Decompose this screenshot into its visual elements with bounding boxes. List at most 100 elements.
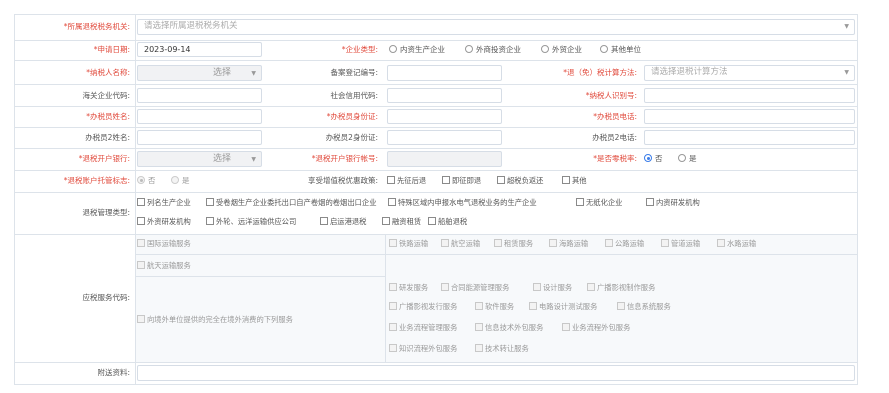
checkbox-label: 受卷烟生产企业委托出口自产卷烟的卷烟出口企业 — [216, 198, 377, 207]
handler-phone-label: *办税员电话: — [593, 112, 637, 121]
row-divider — [14, 40, 858, 41]
checkbox-icon — [389, 323, 397, 331]
checkbox-icon — [661, 239, 669, 247]
handler2-name-input[interactable] — [137, 130, 262, 145]
trustee-flag-radio-yes[interactable]: 是 — [171, 174, 190, 188]
checkbox-icon — [206, 198, 214, 206]
checkbox-label: 融资租赁 — [392, 217, 422, 226]
taxpayer-name-select[interactable]: 选择 ▼ — [137, 65, 262, 81]
checkbox-icon — [549, 239, 557, 247]
enterprise-type-radio-1[interactable]: 内资生产企业 — [389, 43, 445, 57]
zero-rate-radio-no[interactable]: 否 — [644, 152, 663, 166]
checkbox-label: 研发服务 — [399, 283, 429, 292]
mgmt-type-check[interactable]: 外轮、远洋运输供应公司 — [206, 215, 296, 229]
vat-policy-check-2[interactable]: 即征即退 — [442, 174, 481, 188]
zero-rate-radio-yes[interactable]: 是 — [678, 152, 697, 166]
radio-icon — [465, 45, 473, 53]
service-check-sub[interactable]: 技术转让服务 — [475, 342, 529, 356]
service-check-overseas[interactable]: 向境外单位提供的完全在境外消费的下列服务 — [137, 313, 293, 327]
enterprise-type-radio-3[interactable]: 外贸企业 — [541, 43, 582, 57]
radio-selected-icon — [137, 176, 145, 184]
service-check-sub[interactable]: 电路设计测试服务 — [529, 300, 597, 314]
checkbox-label: 航天运输服务 — [147, 261, 191, 270]
service-check-sub[interactable]: 信息技术外包服务 — [475, 321, 543, 335]
checkbox-icon — [475, 344, 483, 352]
refund-bank-select[interactable]: 选择 ▼ — [137, 151, 262, 167]
service-check-sub[interactable]: 业务流程管理服务 — [389, 321, 457, 335]
service-check-sub[interactable]: 软件服务 — [475, 300, 514, 314]
customs-code-input[interactable] — [137, 88, 262, 103]
service-check-transport[interactable]: 海路运输 — [549, 237, 588, 251]
checkbox-icon — [529, 302, 537, 310]
handler-name-input[interactable] — [137, 109, 262, 124]
checkbox-icon — [206, 217, 214, 225]
taxpayer-id-input[interactable] — [644, 88, 855, 103]
service-check-sub[interactable]: 知识流程外包服务 — [389, 342, 457, 356]
service-code-label: 应税服务代码: — [82, 293, 130, 302]
service-check-sub[interactable]: 广播影视制作服务 — [587, 281, 655, 295]
checkbox-label: 租赁服务 — [504, 239, 534, 248]
mgmt-type-check[interactable]: 列名生产企业 — [137, 196, 191, 210]
vat-policy-check-1[interactable]: 先征后退 — [387, 174, 426, 188]
service-check-transport[interactable]: 航空运输 — [441, 237, 480, 251]
service-check-intl[interactable]: 国际运输服务 — [137, 237, 191, 251]
mgmt-type-check[interactable]: 特殊区域内申报水电气退税业务的生产企业 — [388, 196, 537, 210]
checkbox-icon — [617, 302, 625, 310]
handler2-id-label: 办税员2身份证: — [325, 133, 378, 142]
radio-label: 是 — [182, 176, 190, 185]
checkbox-icon — [388, 198, 396, 206]
refund-registration-form: *所属退税税务机关: 请选择所属退税税务机关 ▼ *申请日期: 2023-09-… — [0, 0, 889, 393]
attachment-input[interactable] — [137, 365, 855, 381]
mgmt-type-check[interactable]: 外资研发机构 — [137, 215, 191, 229]
service-check-sub[interactable]: 研发服务 — [389, 281, 428, 295]
mgmt-type-check[interactable]: 无纸化企业 — [576, 196, 622, 210]
trustee-flag-radio-no[interactable]: 否 — [137, 174, 156, 188]
checkbox-label: 航空运输 — [451, 239, 481, 248]
vat-policy-check-3[interactable]: 超税负返还 — [497, 174, 543, 188]
handler-id-input[interactable] — [387, 109, 502, 124]
service-check-transport[interactable]: 公路运输 — [605, 237, 644, 251]
handler2-id-input[interactable] — [387, 130, 502, 145]
service-check-sub[interactable]: 信息系统服务 — [617, 300, 671, 314]
service-check-transport[interactable]: 铁路运输 — [389, 237, 428, 251]
credit-code-input[interactable] — [387, 88, 502, 103]
vat-policy-check-4[interactable]: 其他 — [562, 174, 587, 188]
checkbox-icon — [605, 239, 613, 247]
handler-phone-input[interactable] — [644, 109, 855, 124]
mgmt-type-check[interactable]: 启运港退税 — [320, 215, 366, 229]
apply-date-input[interactable]: 2023-09-14 — [137, 42, 262, 57]
checkbox-icon — [475, 323, 483, 331]
tax-authority-select[interactable]: 请选择所属退税税务机关 ▼ — [137, 19, 855, 35]
enterprise-type-radio-2[interactable]: 外商投资企业 — [465, 43, 521, 57]
checkbox-label: 列名生产企业 — [147, 198, 191, 207]
mgmt-type-check[interactable]: 船舶退税 — [428, 215, 467, 229]
mgmt-type-check[interactable]: 融资租赁 — [382, 215, 421, 229]
radio-label: 其他单位 — [611, 45, 641, 54]
refund-account-input[interactable] — [387, 151, 502, 167]
select-label: 选择 — [212, 154, 231, 164]
checkbox-icon — [137, 217, 145, 225]
handler2-phone-input[interactable] — [644, 130, 855, 145]
service-check-transport[interactable]: 管道运输 — [661, 237, 700, 251]
service-check-aerospace[interactable]: 航天运输服务 — [137, 259, 191, 273]
col-divider — [135, 14, 136, 384]
service-check-sub[interactable]: 业务流程外包服务 — [562, 321, 630, 335]
mgmt-type-check[interactable]: 内资研发机构 — [646, 196, 700, 210]
tax-authority-placeholder: 请选择所属退税税务机关 — [144, 21, 238, 31]
service-check-sub[interactable]: 合同能源管理服务 — [441, 281, 509, 295]
checkbox-label: 国际运输服务 — [147, 239, 191, 248]
refund-method-select[interactable]: 请选择退税计算方法 ▼ — [644, 65, 855, 81]
checkbox-icon — [441, 283, 449, 291]
service-check-transport[interactable]: 租赁服务 — [494, 237, 533, 251]
handler2-phone-label: 办税员2电话: — [592, 133, 637, 142]
service-check-transport[interactable]: 水路运输 — [717, 237, 756, 251]
chevron-down-icon: ▼ — [251, 156, 256, 163]
checkbox-icon — [389, 283, 397, 291]
service-check-sub[interactable]: 设计服务 — [533, 281, 572, 295]
record-no-input[interactable] — [387, 65, 502, 81]
checkbox-label: 业务流程外包服务 — [572, 323, 631, 332]
enterprise-type-radio-4[interactable]: 其他单位 — [600, 43, 641, 57]
mgmt-type-check[interactable]: 受卷烟生产企业委托出口自产卷烟的卷烟出口企业 — [206, 196, 377, 210]
row-divider — [14, 106, 858, 107]
service-check-sub[interactable]: 广播影视发行服务 — [389, 300, 457, 314]
